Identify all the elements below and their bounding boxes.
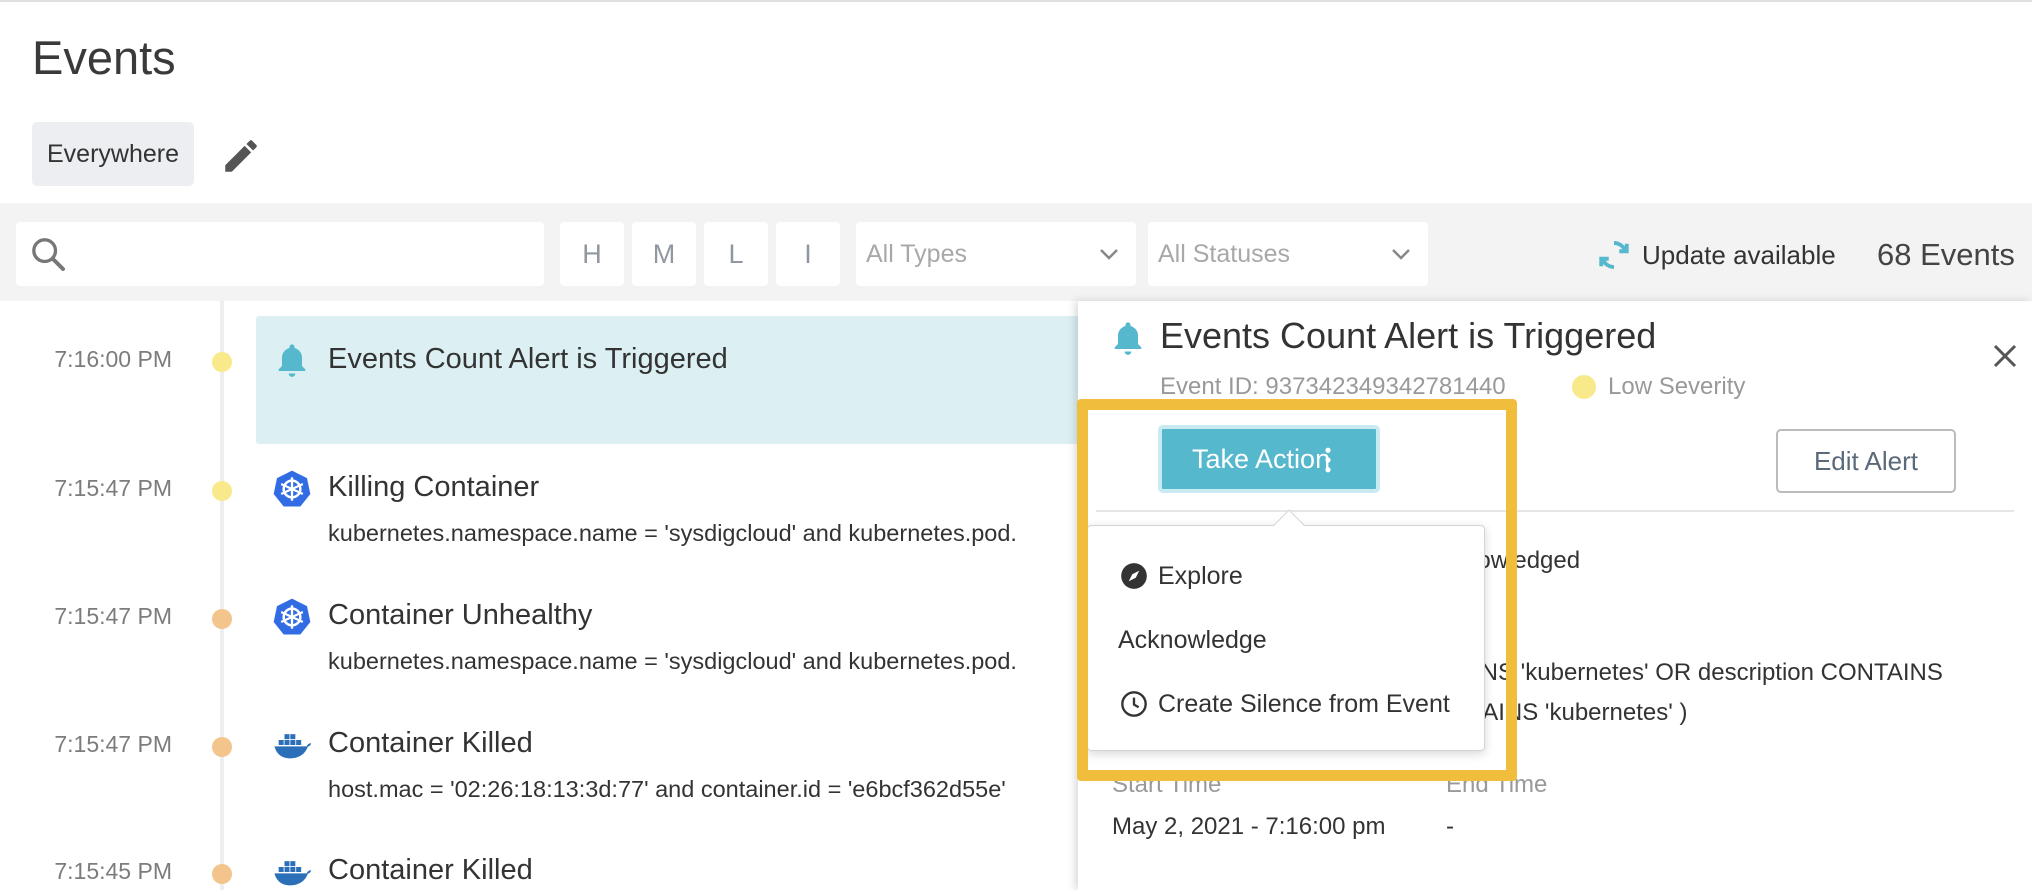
docker-icon: [274, 734, 312, 759]
severity-dot: [212, 864, 232, 884]
compass-icon: [1121, 563, 1147, 589]
event-time: 7:15:47 PM: [54, 731, 172, 757]
scope-chip[interactable]: Everywhere: [32, 122, 194, 186]
event-description: kubernetes.namespace.name = 'sysdigcloud…: [328, 520, 1017, 546]
event-time: 7:15:47 PM: [54, 475, 172, 501]
event-row[interactable]: 7:15:47 PM Container Killed host.mac = '…: [0, 710, 1080, 838]
more-vertical-icon: [1325, 447, 1331, 473]
update-available-button[interactable]: Update available: [1596, 231, 1836, 279]
docker-icon: [274, 861, 312, 886]
event-id: Event ID: 937342349342781440: [1160, 373, 1506, 400]
menu-item-label: Create Silence from Event: [1158, 689, 1450, 718]
filter-text-line2: NTAINS 'kubernetes' ): [1452, 699, 1688, 726]
event-time: 7:15:47 PM: [54, 603, 172, 629]
end-time-value: -: [1446, 813, 1454, 840]
severity-high-button[interactable]: H: [560, 222, 624, 286]
divider: [1096, 510, 2014, 512]
event-description: kubernetes.namespace.name = 'sysdigcloud…: [328, 648, 1017, 674]
types-dropdown[interactable]: All Types: [856, 222, 1136, 286]
menu-item-explore[interactable]: Explore: [1120, 556, 1243, 596]
search-box[interactable]: [16, 222, 544, 286]
filter-text-line1: AINS 'kubernetes' OR description CONTAIN…: [1458, 659, 1943, 686]
statuses-dropdown[interactable]: All Statuses: [1148, 222, 1428, 286]
chevron-down-icon: [1100, 249, 1118, 260]
menu-item-create-silence[interactable]: Create Silence from Event: [1120, 684, 1450, 724]
kubernetes-icon: [273, 470, 311, 507]
event-description: host.mac = '02:26:18:13:3d:77' and conta…: [328, 776, 1006, 802]
severity-info-button[interactable]: I: [776, 222, 840, 286]
kubernetes-icon: [273, 598, 311, 635]
close-icon[interactable]: [1990, 341, 2020, 371]
page-title: Events: [32, 31, 176, 84]
event-count: 68 Events: [1877, 237, 2015, 272]
bell-icon: [278, 344, 306, 377]
start-time-value: May 2, 2021 - 7:16:00 pm: [1112, 813, 1386, 840]
take-action-menu: Explore Acknowledge Create Silence from …: [1087, 509, 1485, 751]
severity-low-button[interactable]: L: [704, 222, 768, 286]
clock-icon: [1121, 691, 1147, 717]
menu-item-label: Acknowledge: [1118, 625, 1267, 654]
event-row[interactable]: 7:15:45 PM Container Killed: [0, 838, 1080, 890]
filter-bar: H M L I All Types All Statuses Update av…: [0, 203, 2032, 301]
start-time-label: Start Time: [1112, 771, 1222, 798]
take-action-button[interactable]: Take Action: [1158, 425, 1380, 493]
severity-dot: [212, 481, 232, 501]
event-row[interactable]: 7:15:47 PM Killing Container kubernetes.…: [0, 454, 1080, 582]
event-row[interactable]: 7:16:00 PM Events Count Alert is Trigger…: [0, 301, 1080, 444]
menu-item-acknowledge[interactable]: Acknowledge: [1118, 620, 1267, 660]
search-input[interactable]: [78, 222, 538, 286]
severity-dot: [212, 737, 232, 757]
event-row[interactable]: 7:15:47 PM Container Unhealthy kubernete…: [0, 582, 1080, 710]
search-icon: [32, 238, 65, 271]
event-title: Container Unhealthy: [328, 599, 593, 631]
event-title: Killing Container: [328, 471, 540, 503]
event-title: Container Killed: [328, 727, 533, 759]
selected-row-highlight: [256, 316, 1080, 444]
event-time: 7:16:00 PM: [54, 346, 172, 372]
menu-item-label: Explore: [1158, 561, 1243, 590]
edit-alert-button[interactable]: Edit Alert: [1776, 429, 1956, 493]
statuses-dropdown-value: All Statuses: [1158, 239, 1291, 268]
types-dropdown-value: All Types: [866, 239, 967, 268]
end-time-label: End Time: [1446, 771, 1548, 798]
event-title: Events Count Alert is Triggered: [328, 343, 728, 375]
event-title: Container Killed: [328, 854, 533, 886]
bell-icon: [1114, 322, 1142, 355]
update-available-label: Update available: [1642, 239, 1836, 270]
severity-dot: [1572, 375, 1596, 399]
top-border: [0, 0, 2032, 2]
take-action-label: Take Action: [1192, 443, 1331, 474]
severity-medium-button[interactable]: M: [632, 222, 696, 286]
detail-title: Events Count Alert is Triggered: [1160, 315, 1657, 356]
severity-label: Low Severity: [1608, 373, 1746, 400]
severity-dot: [212, 609, 232, 629]
pencil-icon[interactable]: [220, 135, 262, 177]
refresh-icon: [1599, 241, 1629, 269]
chevron-down-icon: [1392, 249, 1410, 260]
severity-dot: [212, 352, 232, 372]
event-time: 7:15:45 PM: [54, 858, 172, 884]
